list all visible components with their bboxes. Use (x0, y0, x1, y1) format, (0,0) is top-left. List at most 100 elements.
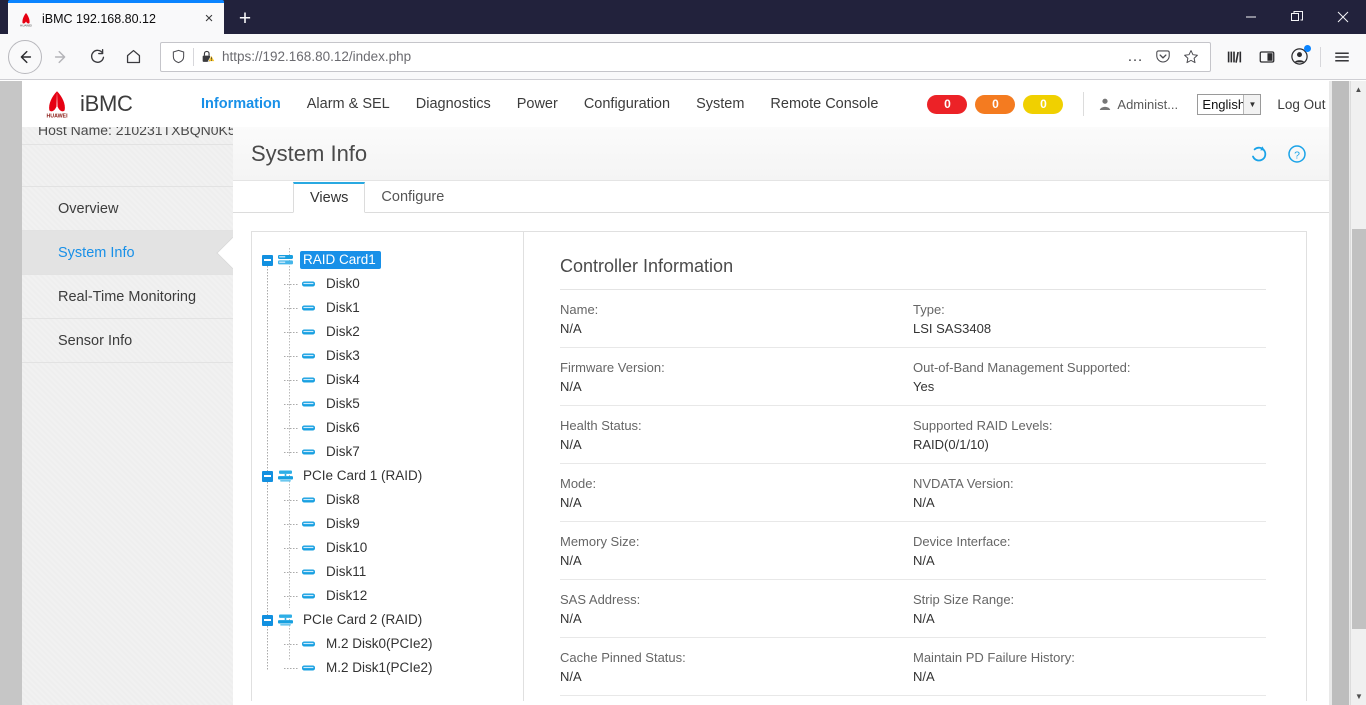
sidebar-item-real-time-monitoring[interactable]: Real-Time Monitoring (22, 275, 233, 319)
detail-label: Type: (913, 302, 945, 317)
header-divider (1083, 92, 1085, 116)
tree-node-m2-disk0[interactable]: M.2 Disk0(PCIe2) (262, 632, 523, 656)
tree-node-raid-card1[interactable]: RAID Card1 (262, 248, 523, 272)
nav-item-configuration[interactable]: Configuration (571, 96, 683, 112)
alarm-badge-critical[interactable]: 0 (927, 94, 968, 114)
nav-item-remote-console[interactable]: Remote Console (757, 96, 891, 112)
collapse-toggle-icon[interactable] (262, 254, 273, 266)
url-full: https://192.168.80.12/index.php (222, 49, 412, 64)
tree-node-disk2[interactable]: Disk2 (262, 320, 523, 344)
nav-item-alarm-sel[interactable]: Alarm & SEL (294, 96, 403, 112)
detail-cell: Maintain PD Failure History: N/A (913, 649, 1266, 685)
detail-label: Health Status: (560, 418, 642, 433)
tree-node-disk4[interactable]: Disk4 (262, 368, 523, 392)
back-icon[interactable] (8, 39, 42, 74)
detail-value: N/A (913, 553, 935, 568)
browser-scrollbar[interactable]: ▲ ▼ (1350, 81, 1366, 705)
bookmark-star-icon[interactable] (1178, 45, 1204, 69)
tab-configure[interactable]: Configure (365, 181, 460, 212)
account-icon[interactable] (1283, 41, 1315, 73)
disk-icon (300, 637, 317, 651)
url-text[interactable]: https://192.168.80.12/index.php (222, 49, 1122, 64)
tree-node-disk7[interactable]: Disk7 (262, 440, 523, 464)
restore-icon[interactable] (1274, 0, 1320, 34)
pocket-icon[interactable] (1150, 45, 1176, 69)
ibmc-header: HUAWEI iBMC Information Alarm & SEL Diag… (22, 81, 1329, 127)
sidebar-item-sensor-info[interactable]: Sensor Info (22, 319, 233, 363)
reload-icon[interactable] (80, 40, 114, 74)
svg-text:HUAWEI: HUAWEI (20, 23, 32, 27)
page-actions-icon[interactable]: … (1122, 45, 1148, 69)
sidebar-item-overview[interactable]: Overview (22, 187, 233, 231)
collapse-toggle-icon[interactable] (262, 470, 273, 482)
tree-node-disk0[interactable]: Disk0 (262, 272, 523, 296)
chevron-down-icon[interactable]: ▼ (1243, 94, 1261, 114)
browser-tab[interactable]: HUAWEI iBMC 192.168.80.12 × (8, 0, 224, 34)
nav-item-system[interactable]: System (683, 96, 757, 112)
tracking-protection-shield-icon[interactable] (167, 49, 189, 64)
detail-label: Name: (560, 302, 599, 317)
header-right: Administ... English ▼ Log Out (1083, 92, 1325, 116)
tree-node-label: M.2 Disk1(PCIe2) (326, 660, 433, 675)
tree-node-pcie-card-2[interactable]: PCIe Card 2 (RAID) (262, 608, 523, 632)
ibmc-page: HUAWEI iBMC Information Alarm & SEL Diag… (22, 81, 1329, 705)
detail-value: N/A (560, 611, 582, 626)
detail-label: SAS Address: (560, 592, 641, 607)
tree-node-m2-disk1[interactable]: M.2 Disk1(PCIe2) (262, 656, 523, 680)
browser-scrollbar-thumb[interactable] (1352, 229, 1366, 629)
tree-node-disk1[interactable]: Disk1 (262, 296, 523, 320)
insecure-lock-warning-icon[interactable] (198, 49, 218, 65)
help-icon[interactable]: ? (1287, 144, 1307, 164)
tree-connector-icon (284, 307, 298, 309)
collapse-toggle-icon[interactable] (262, 614, 273, 626)
detail-cell: Cache Pinned Status: N/A (560, 649, 913, 685)
tree-node-pcie-card-1[interactable]: PCIe Card 1 (RAID) (262, 464, 523, 488)
sidebar: Host Name: 210231TXBQN0K5... Overview Sy… (22, 123, 233, 705)
tree-node-disk6[interactable]: Disk6 (262, 416, 523, 440)
sidebar-toggle-icon[interactable] (1251, 41, 1283, 73)
tree-node-label: Disk2 (326, 324, 360, 339)
detail-label: Strip Size Range: (913, 592, 1015, 607)
tree-node-disk3[interactable]: Disk3 (262, 344, 523, 368)
minimize-icon[interactable] (1228, 0, 1274, 34)
menu-hamburger-icon[interactable] (1326, 41, 1358, 73)
tree-node-disk10[interactable]: Disk10 (262, 536, 523, 560)
svg-text:HUAWEI: HUAWEI (46, 114, 68, 119)
tree-connector-icon (284, 667, 298, 669)
tree-node-label: Disk12 (326, 588, 368, 603)
alarm-badge-major[interactable]: 0 (975, 94, 1016, 114)
url-bar[interactable]: https://192.168.80.12/index.php … (160, 41, 1211, 72)
tree-node-disk9[interactable]: Disk9 (262, 512, 523, 536)
tree-node-disk8[interactable]: Disk8 (262, 488, 523, 512)
tree-node-label: Disk8 (326, 492, 360, 507)
close-window-icon[interactable] (1320, 0, 1366, 34)
language-select[interactable]: English ▼ (1197, 93, 1262, 115)
disk-icon (300, 325, 317, 339)
detail-cell: Mode: N/A (560, 475, 913, 511)
scroll-down-arrow-icon[interactable]: ▼ (1351, 688, 1366, 705)
browser-window: HUAWEI iBMC 192.168.80.12 × + https://19… (0, 0, 1366, 705)
tree-node-disk11[interactable]: Disk11 (262, 560, 523, 584)
disk-icon (300, 541, 317, 555)
close-tab-icon[interactable]: × (200, 10, 218, 28)
tree-node-label: Disk7 (326, 444, 360, 459)
logout-link[interactable]: Log Out (1277, 97, 1325, 112)
new-tab-button[interactable]: + (230, 4, 260, 34)
page-scrollbar[interactable] (1332, 81, 1349, 705)
refresh-icon[interactable] (1249, 144, 1269, 164)
library-icon[interactable] (1219, 41, 1251, 73)
nav-item-diagnostics[interactable]: Diagnostics (403, 96, 504, 112)
tree-node-disk12[interactable]: Disk12 (262, 584, 523, 608)
scroll-up-arrow-icon[interactable]: ▲ (1351, 81, 1366, 98)
detail-value: N/A (560, 495, 582, 510)
tab-views[interactable]: Views (293, 182, 366, 213)
home-icon[interactable] (116, 40, 150, 74)
tree-connector-icon (284, 523, 298, 525)
tree-node-disk5[interactable]: Disk5 (262, 392, 523, 416)
alarm-badge-minor[interactable]: 0 (1023, 94, 1064, 114)
nav-item-information[interactable]: Information (188, 96, 294, 112)
page-scrollbar-thumb[interactable] (1332, 81, 1349, 705)
sidebar-item-system-info[interactable]: System Info (22, 231, 233, 275)
tree-node-label: PCIe Card 1 (RAID) (303, 468, 423, 483)
nav-item-power[interactable]: Power (504, 96, 571, 112)
